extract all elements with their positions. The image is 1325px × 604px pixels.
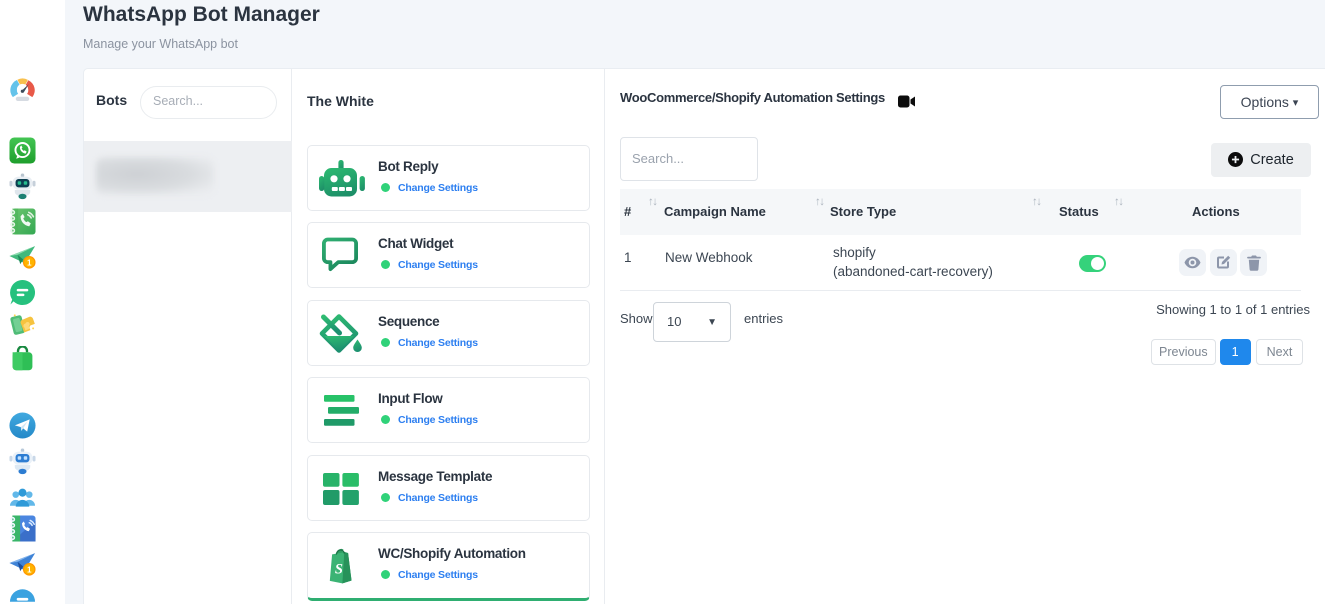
svg-text:1: 1 <box>27 259 32 268</box>
svg-text:S: S <box>335 562 343 578</box>
svg-text:1: 1 <box>27 566 32 575</box>
